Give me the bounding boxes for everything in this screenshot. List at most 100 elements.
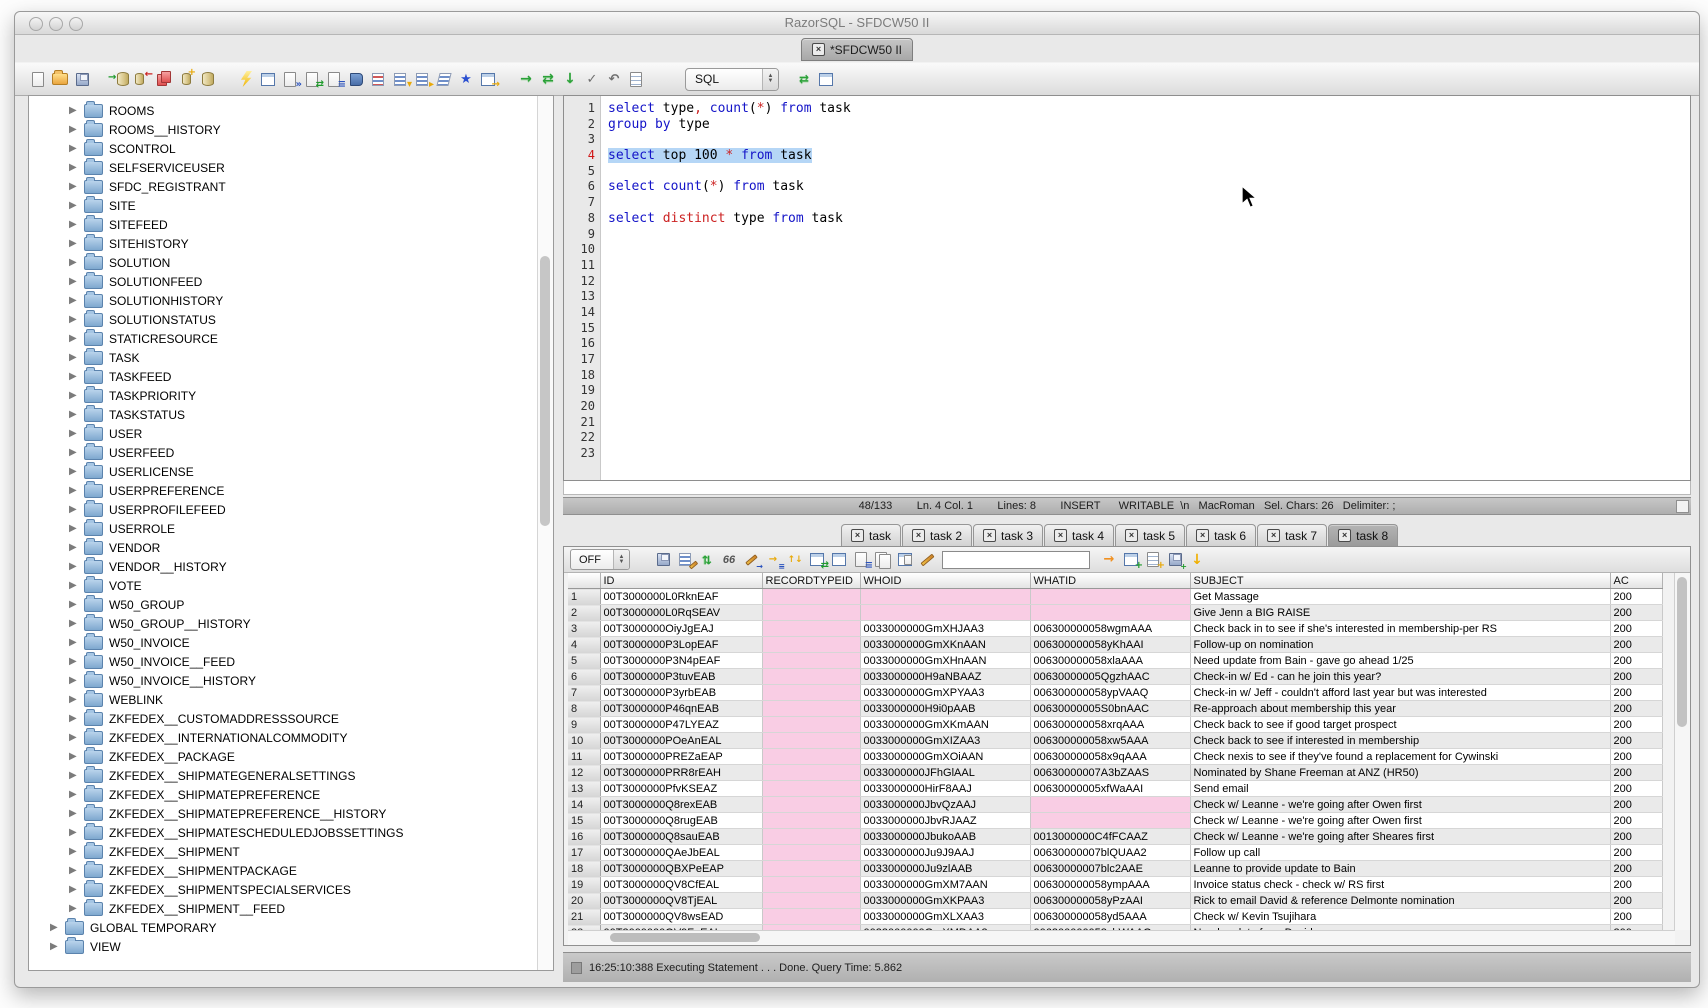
table-cell[interactable]: 0033000000GmXOiAAN <box>860 749 1030 765</box>
database-icon[interactable] <box>198 69 218 89</box>
table-cell[interactable]: 0033000000GmXM7AAN <box>860 877 1030 893</box>
sidebar-item-solutionfeed[interactable]: ▶SOLUTIONFEED <box>29 272 538 291</box>
table-cell[interactable]: 0033000000JbvRJAAZ <box>860 813 1030 829</box>
result-tab-task-7[interactable]: ×task 7 <box>1257 524 1327 546</box>
code-line[interactable] <box>608 227 1690 243</box>
convert-sql-icon[interactable] <box>434 69 454 89</box>
disclosure-triangle-icon[interactable]: ▶ <box>69 713 78 724</box>
table-cell[interactable]: 200 <box>1610 669 1662 685</box>
sidebar-item-userrole[interactable]: ▶USERROLE <box>29 519 538 538</box>
null-cell[interactable] <box>762 733 860 749</box>
table-cell[interactable]: Follow-up on nomination <box>1190 637 1610 653</box>
table-cell[interactable]: 0033000000GmXHnAAN <box>860 653 1030 669</box>
result-tab-task-5[interactable]: ×task 5 <box>1115 524 1185 546</box>
format-sql-icon[interactable]: ▾ <box>390 69 410 89</box>
save-changes-icon[interactable]: + <box>1165 550 1185 570</box>
sidebar-item-zkfedex-shipmatepreference[interactable]: ▶ZKFEDEX__SHIPMATEPREFERENCE <box>29 785 538 804</box>
null-cell[interactable] <box>1030 797 1190 813</box>
title-bar[interactable]: RazorSQL - SFDCW50 II <box>15 12 1699 35</box>
null-cell[interactable] <box>762 765 860 781</box>
execute-all-sql-icon[interactable]: » <box>280 69 300 89</box>
table-cell[interactable]: 0033000000Ju9J9AAJ <box>860 845 1030 861</box>
result-tab-task-6[interactable]: ×task 6 <box>1186 524 1256 546</box>
disclosure-triangle-icon[interactable]: ▶ <box>50 922 59 933</box>
null-cell[interactable] <box>762 717 860 733</box>
sidebar-item-view[interactable]: ▶VIEW <box>29 937 538 956</box>
disclosure-triangle-icon[interactable]: ▶ <box>69 352 78 363</box>
insert-record-icon[interactable]: →≡ <box>763 550 783 570</box>
disclosure-triangle-icon[interactable]: ▶ <box>69 447 78 458</box>
sidebar-item-w50-invoice-feed[interactable]: ▶W50_INVOICE__FEED <box>29 652 538 671</box>
sidebar-item-zkfedex-shipment-feed[interactable]: ▶ZKFEDEX__SHIPMENT__FEED <box>29 899 538 918</box>
table-cell[interactable]: Check back to see if interested in membe… <box>1190 733 1610 749</box>
table-row[interactable]: 1000T3000000POeAnEAL0033000000GmXIZAA300… <box>568 733 1662 749</box>
results-filter-select[interactable]: OFF ▲▼ <box>570 549 630 570</box>
disclosure-triangle-icon[interactable]: ▶ <box>69 770 78 781</box>
view-record-icon[interactable]: 66 <box>719 550 739 570</box>
sidebar-item-w50-invoice[interactable]: ▶W50_INVOICE <box>29 633 538 652</box>
filter-rows-icon[interactable] <box>675 550 695 570</box>
table-cell[interactable]: Rick to email David & reference Delmonte… <box>1190 893 1610 909</box>
table-cell[interactable]: 00T3000000P3yrbEAB <box>600 685 762 701</box>
sidebar-item-userfeed[interactable]: ▶USERFEED <box>29 443 538 462</box>
go-next-icon[interactable]: → <box>516 69 536 89</box>
table-cell[interactable]: 200 <box>1610 845 1662 861</box>
table-cell[interactable]: 0033000000H9aNBAAZ <box>860 669 1030 685</box>
sort-rows-icon[interactable]: ↑↓ <box>785 550 805 570</box>
table-cell[interactable]: 00T3000000PfvKSEAZ <box>600 781 762 797</box>
disclosure-triangle-icon[interactable]: ▶ <box>69 314 78 325</box>
disclosure-triangle-icon[interactable]: ▶ <box>69 181 78 192</box>
row-number-cell[interactable]: 10 <box>568 733 600 749</box>
switch-connection-icon[interactable]: ⇄ <box>538 69 558 89</box>
disclosure-triangle-icon[interactable]: ▶ <box>69 124 78 135</box>
describe-table-icon[interactable]: ≡ <box>324 69 344 89</box>
row-number-cell[interactable]: 9 <box>568 717 600 733</box>
table-row[interactable]: 1300T3000000PfvKSEAZ0033000000HirF8AAJ00… <box>568 781 1662 797</box>
code-line[interactable] <box>608 195 1690 211</box>
null-cell[interactable] <box>762 893 860 909</box>
table-cell[interactable]: Leanne to provide update to Bain <box>1190 861 1610 877</box>
editor-hscrollbar[interactable] <box>563 481 1691 495</box>
disclosure-triangle-icon[interactable]: ▶ <box>69 561 78 572</box>
table-cell[interactable]: 200 <box>1610 909 1662 925</box>
new-connection-icon[interactable]: + <box>176 69 196 89</box>
table-cell[interactable]: 200 <box>1610 861 1662 877</box>
row-number-cell[interactable]: 2 <box>568 605 600 621</box>
row-number-cell[interactable]: 20 <box>568 893 600 909</box>
sidebar-item-user[interactable]: ▶USER <box>29 424 538 443</box>
sidebar-item-userpreference[interactable]: ▶USERPREFERENCE <box>29 481 538 500</box>
table-row[interactable]: 500T3000000P3N4pEAF0033000000GmXHnAAN006… <box>568 653 1662 669</box>
disclosure-triangle-icon[interactable]: ▶ <box>69 105 78 116</box>
table-cell[interactable]: 00T3000000L0RknEAF <box>600 589 762 605</box>
table-cell[interactable]: 00630000007A3bZAAS <box>1030 765 1190 781</box>
sidebar-item-vendor-history[interactable]: ▶VENDOR__HISTORY <box>29 557 538 576</box>
table-cell[interactable]: 200 <box>1610 637 1662 653</box>
clone-connection-icon[interactable] <box>154 69 174 89</box>
table-cell[interactable]: 006300000058xlaAAA <box>1030 653 1190 669</box>
sidebar-item-site[interactable]: ▶SITE <box>29 196 538 215</box>
sidebar-item-task[interactable]: ▶TASK <box>29 348 538 367</box>
disclosure-triangle-icon[interactable]: ▶ <box>69 656 78 667</box>
code-line[interactable]: select count(*) from task <box>608 179 1690 195</box>
disclosure-triangle-icon[interactable]: ▶ <box>69 675 78 686</box>
table-cell[interactable]: 200 <box>1610 685 1662 701</box>
close-tab-icon[interactable]: × <box>1338 529 1351 542</box>
auto-commit-icon[interactable]: ⇄ <box>794 69 814 89</box>
table-cell[interactable]: 00630000005xfWaAAI <box>1030 781 1190 797</box>
sidebar-item-global-temporary[interactable]: ▶GLOBAL TEMPORARY <box>29 918 538 937</box>
table-cell[interactable]: 00T3000000L0RqSEAV <box>600 605 762 621</box>
code-line[interactable] <box>608 258 1690 274</box>
table-row[interactable]: 2100T3000000QV8wsEAD0033000000GmXLXAA300… <box>568 909 1662 925</box>
table-cell[interactable]: 00T3000000Q8rugEAB <box>600 813 762 829</box>
null-cell[interactable] <box>762 589 860 605</box>
table-row[interactable]: 1800T3000000QBXPeEAP0033000000Ju9zlAAB00… <box>568 861 1662 877</box>
save-results-icon[interactable] <box>653 550 673 570</box>
refresh-query-icon[interactable]: ⇄ <box>697 550 717 570</box>
table-cell[interactable]: Check w/ Kevin Tsujihara <box>1190 909 1610 925</box>
table-cell[interactable]: Follow up call <box>1190 845 1610 861</box>
null-cell[interactable] <box>762 877 860 893</box>
disclosure-triangle-icon[interactable]: ▶ <box>69 276 78 287</box>
sidebar-item-zkfedex-shipmatescheduledjobssettings[interactable]: ▶ZKFEDEX__SHIPMATESCHEDULEDJOBSSETTINGS <box>29 823 538 842</box>
table-editor-icon[interactable] <box>829 550 849 570</box>
table-cell[interactable]: 006300000058xrqAAA <box>1030 717 1190 733</box>
